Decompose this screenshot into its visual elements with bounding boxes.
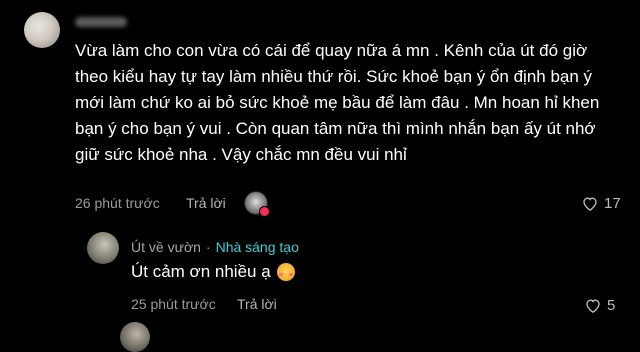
reply-like-count: 5 <box>607 297 616 314</box>
commenter-avatar[interactable] <box>24 12 60 48</box>
reply-header: Út về vườn · Nhà sáng tạo <box>131 239 299 255</box>
creator-liked-avatar-icon <box>244 191 270 217</box>
reply-timestamp: 25 phút trước <box>131 296 216 312</box>
comment-reply-button[interactable]: Trả lời <box>186 195 226 211</box>
commenter-username-blurred[interactable] <box>75 17 127 27</box>
smiling-face-with-hearts-icon <box>276 263 295 281</box>
reply-reply-button[interactable]: Trả lời <box>237 296 277 312</box>
comment-like-count: 17 <box>604 195 621 212</box>
heart-icon <box>582 196 598 211</box>
comment-like-button[interactable]: 17 <box>582 195 621 212</box>
comment-text: Vừa làm cho con vừa có cái để quay nữa á… <box>75 41 600 164</box>
creator-badge-label: Nhà sáng tạo <box>215 239 299 255</box>
reply-username[interactable]: Út về vườn <box>131 239 201 255</box>
reply-like-button[interactable]: 5 <box>585 297 615 314</box>
separator-dot: · <box>205 239 211 255</box>
heart-icon <box>585 298 601 313</box>
comment-timestamp: 26 phút trước <box>75 195 160 211</box>
reply-text: Út cảm ơn nhiều ạ <box>131 262 295 282</box>
reply-avatar[interactable] <box>87 232 119 264</box>
reply-text-content: Út cảm ơn nhiều ạ <box>131 262 271 281</box>
creator-heart-dot-icon <box>259 206 270 217</box>
next-comment-avatar[interactable] <box>120 322 150 352</box>
